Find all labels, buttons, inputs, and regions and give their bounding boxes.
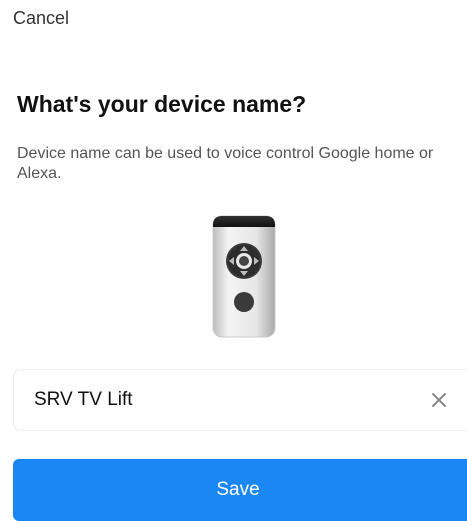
save-button[interactable]: Save: [13, 459, 467, 521]
device-name-field[interactable]: [13, 369, 467, 431]
close-icon[interactable]: [426, 387, 452, 413]
cancel-button[interactable]: Cancel: [13, 8, 69, 29]
page-title: What's your device name?: [17, 91, 307, 117]
save-button-label: Save: [216, 479, 260, 500]
tv-remote-icon: [211, 213, 277, 341]
page-description: Device name can be used to voice control…: [17, 145, 434, 182]
device-name-input[interactable]: [34, 370, 404, 430]
